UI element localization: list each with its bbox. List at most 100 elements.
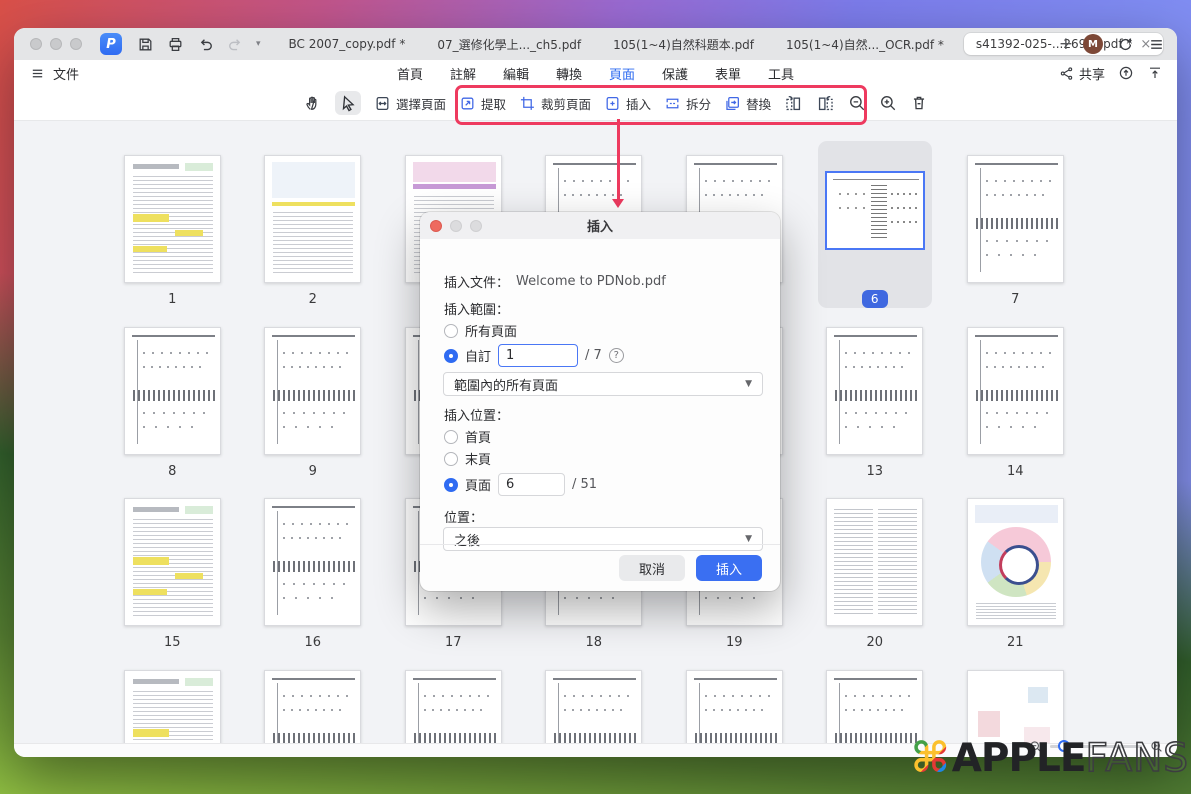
page-number: 15: [164, 635, 181, 650]
share-label: 共享: [1079, 64, 1105, 83]
ribbon-tab-工具[interactable]: 工具: [768, 64, 794, 83]
page-thumbnail[interactable]: [124, 155, 221, 283]
insert-confirm-button[interactable]: 插入: [696, 555, 762, 581]
delete-page-button[interactable]: [910, 94, 928, 112]
print-icon[interactable]: [166, 35, 184, 53]
last-page-radio[interactable]: [444, 452, 458, 466]
page-thumbnail[interactable]: [967, 670, 1064, 744]
page-thumbnail[interactable]: [826, 670, 923, 744]
page-cell: 26: [664, 662, 805, 744]
rotate-page-right-button[interactable]: [816, 94, 835, 113]
page-number-radio[interactable]: [444, 478, 458, 492]
custom-range-radio[interactable]: [444, 349, 458, 363]
upload-icon[interactable]: [1118, 65, 1134, 81]
zoom-in-button[interactable]: [879, 94, 897, 112]
page-number-option[interactable]: 頁面 / 51: [444, 473, 597, 496]
first-page-radio[interactable]: [444, 430, 458, 444]
page-cell: 20: [805, 490, 946, 662]
document-tab[interactable]: 105(1~4)自然科題本.pdf: [601, 32, 766, 57]
ribbon-tab-頁面[interactable]: 頁面: [609, 64, 635, 83]
page-cell: 21: [945, 490, 1086, 662]
user-avatar[interactable]: M: [1083, 34, 1103, 54]
last-page-label: 末頁: [465, 449, 491, 468]
document-tab[interactable]: 105(1~4)自然..._OCR.pdf *: [774, 32, 956, 57]
page-thumbnail[interactable]: [264, 670, 361, 744]
page-number-input[interactable]: [498, 473, 565, 496]
new-tab-button[interactable]: +: [1049, 34, 1083, 54]
cancel-button[interactable]: 取消: [619, 555, 685, 581]
select-tool-button[interactable]: [335, 91, 361, 115]
redo-icon: [226, 35, 244, 53]
ribbon-tab-保護[interactable]: 保護: [662, 64, 688, 83]
page-thumbnail[interactable]: [264, 327, 361, 455]
select-pages-button[interactable]: 選擇頁面: [374, 94, 446, 113]
titlebar: P ▾ BC 2007_copy.pdf *07_選修化學上..._ch5.pd…: [14, 28, 1177, 60]
page-thumbnail[interactable]: [826, 498, 923, 626]
ribbon-tab-轉換[interactable]: 轉換: [556, 64, 582, 83]
range-mode-select[interactable]: 範圍內的所有頁面 ▼: [443, 372, 763, 396]
ribbon-tab-首頁[interactable]: 首頁: [397, 64, 423, 83]
share-icon: [1059, 66, 1074, 81]
page-number: 8: [168, 464, 176, 479]
extract-button[interactable]: 提取: [459, 94, 506, 113]
hand-tool-button[interactable]: [304, 94, 322, 112]
crop-page-button[interactable]: 裁剪頁面: [519, 94, 591, 113]
save-icon[interactable]: [136, 35, 154, 53]
select-pages-icon: [374, 95, 391, 112]
last-page-option[interactable]: 末頁: [444, 449, 491, 468]
ribbon-tab-註解[interactable]: 註解: [450, 64, 476, 83]
collapse-toolbar-icon[interactable]: [1147, 65, 1163, 81]
undo-history-caret-icon[interactable]: ▾: [256, 39, 261, 49]
rotate-page-right-icon: [816, 94, 835, 113]
insert-file-row: 插入文件： Welcome to PDNob.pdf: [444, 272, 666, 291]
dropdown-caret-icon: ▼: [745, 379, 752, 389]
maximize-window-icon[interactable]: [70, 38, 82, 50]
all-pages-radio[interactable]: [444, 324, 458, 338]
document-tabs: BC 2007_copy.pdf * 07_選修化學上..._ch5.pdf 105…: [277, 32, 1049, 57]
share-button[interactable]: 共享: [1059, 64, 1105, 83]
page-thumbnail[interactable]: [405, 670, 502, 744]
page-cell: 6: [818, 141, 932, 308]
insert-position-label: 插入位置：: [444, 405, 509, 424]
command-logo-icon: ⌘: [911, 737, 950, 779]
page-thumbnail[interactable]: [967, 498, 1064, 626]
menubar: 文件 首頁註解編輯轉換頁面保護表單工具 共享: [14, 60, 1177, 86]
page-thumbnail[interactable]: [825, 171, 925, 250]
insert-button[interactable]: 插入: [604, 94, 651, 113]
select-pages-label: 選擇頁面: [396, 94, 446, 113]
all-pages-label: 所有頁面: [465, 321, 517, 340]
sync-icon[interactable]: [1117, 36, 1134, 53]
position-row: 位置：: [444, 507, 483, 526]
undo-icon[interactable]: [196, 35, 214, 53]
page-thumbnail[interactable]: [264, 155, 361, 283]
window-menu-icon[interactable]: [1148, 36, 1165, 53]
zoom-out-button[interactable]: [848, 94, 866, 112]
page-thumbnail[interactable]: [545, 670, 642, 744]
page-thumbnail[interactable]: [686, 670, 783, 744]
page-thumbnail[interactable]: [826, 327, 923, 455]
page-number: 20: [866, 635, 883, 650]
page-thumbnail[interactable]: [124, 498, 221, 626]
custom-range-input[interactable]: [498, 344, 578, 367]
page-thumbnail[interactable]: [967, 327, 1064, 455]
page-number: 7: [1011, 292, 1019, 307]
all-pages-option[interactable]: 所有頁面: [444, 321, 517, 340]
ribbon-tab-表單[interactable]: 表單: [715, 64, 741, 83]
document-tab[interactable]: 07_選修化學上..._ch5.pdf: [425, 32, 593, 57]
page-cell: 2: [243, 147, 384, 319]
ribbon-tab-編輯[interactable]: 編輯: [503, 64, 529, 83]
document-tab[interactable]: BC 2007_copy.pdf *: [277, 33, 418, 55]
custom-range-option[interactable]: 自訂 / 7 ?: [444, 344, 624, 367]
replace-button[interactable]: 替換: [724, 94, 771, 113]
page-number: 1: [168, 292, 176, 307]
rotate-page-left-button[interactable]: [784, 94, 803, 113]
page-thumbnail[interactable]: [264, 498, 361, 626]
page-thumbnail[interactable]: [124, 670, 221, 744]
help-icon[interactable]: ?: [609, 348, 624, 363]
page-thumbnail[interactable]: [124, 327, 221, 455]
page-thumbnail[interactable]: [967, 155, 1064, 283]
minimize-window-icon[interactable]: [50, 38, 62, 50]
close-window-icon[interactable]: [30, 38, 42, 50]
first-page-option[interactable]: 首頁: [444, 427, 491, 446]
split-button[interactable]: 拆分: [664, 94, 711, 113]
